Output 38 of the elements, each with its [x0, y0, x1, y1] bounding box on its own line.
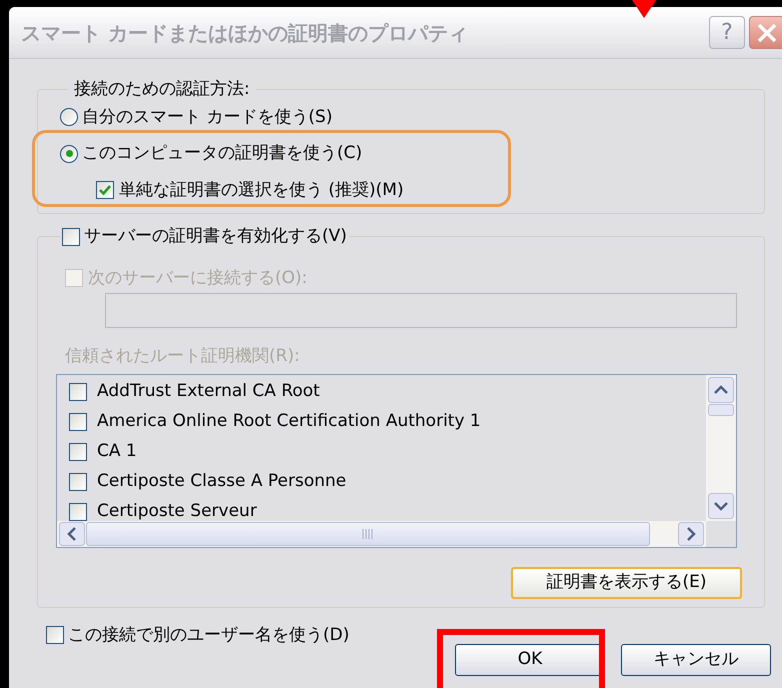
checkbox-label: この接続で別のユーザー名を使う(D) — [68, 624, 350, 646]
certificate-name: AddTrust External CA Root — [97, 380, 320, 403]
radio-button[interactable] — [60, 108, 78, 126]
checkbox[interactable] — [62, 228, 80, 246]
certificate-name: Certiposte Classe A Personne — [97, 470, 346, 493]
scroll-down-icon[interactable] — [708, 492, 734, 518]
checkbox[interactable] — [46, 626, 64, 644]
checkbox[interactable] — [69, 472, 87, 490]
radio-label: このコンピュータの証明書を使う(C) — [82, 142, 362, 165]
certificate-name: America Online Root Certification Authority 1 — [97, 410, 481, 433]
checkbox[interactable] — [69, 382, 87, 400]
radio-button[interactable] — [60, 144, 78, 163]
window-title: スマート カードまたはほかの証明書のプロパティ — [21, 20, 468, 46]
certificate-name: CA 1 — [97, 440, 137, 463]
cancel-button[interactable]: キャンセル — [621, 644, 771, 676]
view-certificate-button[interactable]: 証明書を表示する(E) — [511, 566, 742, 598]
scroll-thumb[interactable] — [708, 404, 734, 416]
close-button[interactable] — [749, 16, 782, 49]
checkbox[interactable] — [69, 502, 87, 520]
checkbox[interactable] — [69, 412, 87, 430]
certificate-name: Certiposte Serveur — [97, 500, 257, 520]
close-icon — [756, 22, 778, 44]
scroll-right-icon[interactable] — [678, 522, 704, 546]
radio-label: 自分のスマート カードを使う(S) — [82, 106, 332, 128]
checkbox-label: 次のサーバーに接続する(O): — [88, 266, 308, 290]
group-label: 接続のための認証方法: — [73, 78, 251, 101]
arrow-icon — [632, 0, 656, 18]
scroll-thumb[interactable] — [86, 522, 650, 546]
horizontal-scrollbar[interactable] — [57, 520, 706, 546]
checkbox-label: 単純な証明書の選択を使う (推奨)(M) — [119, 178, 404, 202]
grip-icon — [362, 528, 374, 538]
checkbox[interactable] — [69, 442, 87, 460]
checkbox[interactable] — [96, 181, 114, 200]
list-label: 信頼されたルート証明機関(R): — [65, 345, 301, 368]
scroll-left-icon[interactable] — [59, 522, 85, 546]
vertical-scrollbar[interactable] — [706, 374, 736, 520]
scroll-up-icon[interactable] — [708, 376, 734, 402]
checkbox-label: サーバーの証明書を有効化する(V) — [84, 225, 347, 248]
